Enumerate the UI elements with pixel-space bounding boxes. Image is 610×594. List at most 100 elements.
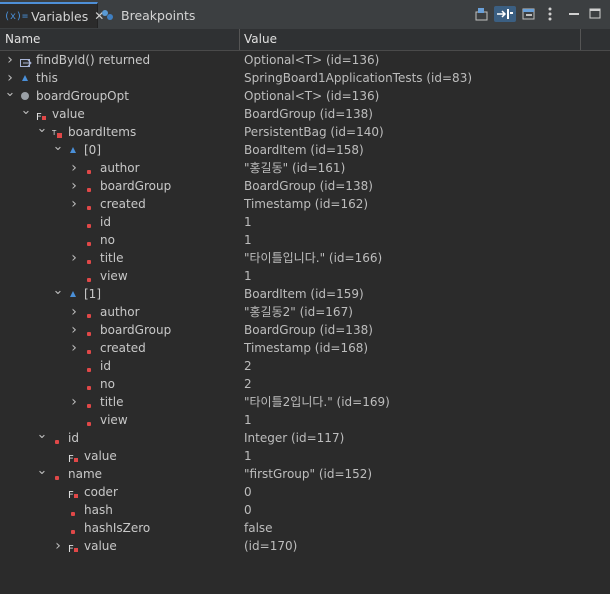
variable-name: hashIsZero: [84, 521, 151, 535]
private-field-icon: [84, 235, 94, 246]
tree-row[interactable]: Fcoder 0: [0, 483, 610, 501]
tree-row[interactable]: no 1: [0, 231, 610, 249]
variable-value: 1: [244, 233, 252, 247]
chevron-right-icon[interactable]: ›: [4, 51, 16, 69]
private-field-icon: [84, 397, 94, 408]
private-field-icon: [84, 163, 94, 174]
private-field-icon: [68, 505, 78, 516]
tree-row[interactable]: ⌄ Fvalue BoardGroup (id=138): [0, 104, 610, 123]
chevron-down-icon[interactable]: ⌄: [52, 284, 64, 297]
tree-row[interactable]: id 2: [0, 357, 610, 375]
variable-name: id: [68, 431, 79, 445]
tree-row[interactable]: ⌄ TboardItems PersistentBag (id=140): [0, 122, 610, 141]
tree-row[interactable]: hash 0: [0, 501, 610, 519]
tree-row[interactable]: › title "타이틀2입니다." (id=169): [0, 393, 610, 411]
tab-variables[interactable]: (x)= Variables ✕: [0, 2, 104, 28]
tree-row[interactable]: view 1: [0, 267, 610, 285]
tree-row[interactable]: › created Timestamp (id=162): [0, 195, 610, 213]
chevron-down-icon[interactable]: ⌄: [52, 140, 64, 153]
private-field-icon: [84, 253, 94, 264]
variable-name: [0]: [84, 143, 101, 157]
private-field-icon: [84, 271, 94, 282]
tree-row[interactable]: ⌄ name "firstGroup" (id=152): [0, 464, 610, 483]
variable-value: (id=170): [244, 539, 298, 553]
private-field-icon: [68, 523, 78, 534]
chevron-right-icon[interactable]: ›: [68, 249, 80, 267]
variable-name: author: [100, 305, 140, 319]
variable-name: no: [100, 233, 115, 247]
show-logical-structure-icon[interactable]: [494, 6, 516, 22]
variable-name: no: [100, 377, 115, 391]
chevron-down-icon[interactable]: ⌄: [4, 86, 16, 99]
tree-row[interactable]: › title "타이틀입니다." (id=166): [0, 249, 610, 267]
variable-value: "firstGroup" (id=152): [244, 467, 373, 481]
private-field-icon: [52, 469, 62, 480]
return-value-icon: [20, 55, 32, 67]
chevron-right-icon[interactable]: ›: [68, 195, 80, 213]
show-type-names-icon[interactable]: [474, 6, 490, 22]
private-field-icon: [84, 415, 94, 426]
chevron-right-icon[interactable]: ›: [68, 177, 80, 195]
column-divider[interactable]: [239, 29, 240, 50]
variable-value: 0: [244, 485, 252, 499]
variable-value: "홍길동" (id=161): [244, 161, 346, 175]
column-header-value[interactable]: Value: [244, 32, 277, 46]
variable-name: title: [100, 251, 124, 265]
tree-row[interactable]: hashIsZero false: [0, 519, 610, 537]
tree-row[interactable]: › author "홍길동2" (id=167): [0, 303, 610, 321]
variable-name: hash: [84, 503, 113, 517]
chevron-down-icon[interactable]: ⌄: [36, 464, 48, 477]
variables-icon: (x)=: [4, 10, 29, 22]
chevron-right-icon[interactable]: ›: [52, 537, 64, 555]
tree-row[interactable]: no 2: [0, 375, 610, 393]
maximize-icon[interactable]: [588, 6, 602, 22]
variable-name: [1]: [84, 287, 101, 301]
private-field-icon: [84, 307, 94, 318]
chevron-down-icon[interactable]: ⌄: [36, 428, 48, 441]
chevron-right-icon[interactable]: ›: [68, 303, 80, 321]
tree-row[interactable]: id 1: [0, 213, 610, 231]
svg-text:F: F: [68, 454, 74, 464]
tree-row[interactable]: › boardGroup BoardGroup (id=138): [0, 177, 610, 195]
tree-row[interactable]: Fvalue 1: [0, 447, 610, 465]
tree-row[interactable]: ⌄ [1] BoardItem (id=159): [0, 284, 610, 303]
variable-name: author: [100, 161, 140, 175]
svg-text:F: F: [68, 544, 74, 554]
chevron-down-icon[interactable]: ⌄: [20, 104, 32, 117]
svg-text:F: F: [68, 490, 74, 500]
private-field-icon: [84, 379, 94, 390]
view-menu-icon[interactable]: [546, 6, 554, 22]
variable-value: PersistentBag (id=140): [244, 125, 384, 139]
chevron-down-icon[interactable]: ⌄: [36, 122, 48, 135]
tree-row[interactable]: ⌄ [0] BoardItem (id=158): [0, 140, 610, 159]
private-field-icon: [84, 217, 94, 228]
object-icon: [68, 145, 78, 155]
variable-value: SpringBoard1ApplicationTests (id=83): [244, 71, 473, 85]
variable-value: 1: [244, 269, 252, 283]
column-divider[interactable]: [580, 29, 581, 50]
variable-name: boardGroup: [100, 323, 172, 337]
chevron-right-icon[interactable]: ›: [68, 339, 80, 357]
tree-row[interactable]: ⌄ id Integer (id=117): [0, 428, 610, 447]
tree-row[interactable]: › created Timestamp (id=168): [0, 339, 610, 357]
private-field-icon: [84, 181, 94, 192]
tab-breakpoints[interactable]: Breakpoints: [102, 3, 195, 27]
variable-value: 1: [244, 413, 252, 427]
tree-row[interactable]: › Fvalue (id=170): [0, 537, 610, 555]
column-header-name[interactable]: Name: [5, 32, 40, 46]
tree-row[interactable]: › author "홍길동" (id=161): [0, 159, 610, 177]
variable-name: boardGroup: [100, 179, 172, 193]
chevron-right-icon[interactable]: ›: [68, 159, 80, 177]
chevron-right-icon[interactable]: ›: [68, 393, 80, 411]
tree-row[interactable]: › boardGroup BoardGroup (id=138): [0, 321, 610, 339]
tree-row[interactable]: view 1: [0, 411, 610, 429]
variable-name: value: [84, 449, 117, 463]
minimize-icon[interactable]: [567, 6, 581, 22]
collapse-all-icon[interactable]: [521, 6, 537, 22]
chevron-right-icon[interactable]: ›: [68, 321, 80, 339]
object-icon: [68, 289, 78, 299]
variable-value: BoardItem (id=158): [244, 143, 364, 157]
tree-row[interactable]: › this SpringBoard1ApplicationTests (id=83…: [0, 69, 610, 87]
tree-row[interactable]: ⌄ boardGroupOpt Optional<T> (id=136): [0, 86, 610, 105]
tree-row[interactable]: › findById() returned Optional<T> (id=136): [0, 51, 610, 69]
